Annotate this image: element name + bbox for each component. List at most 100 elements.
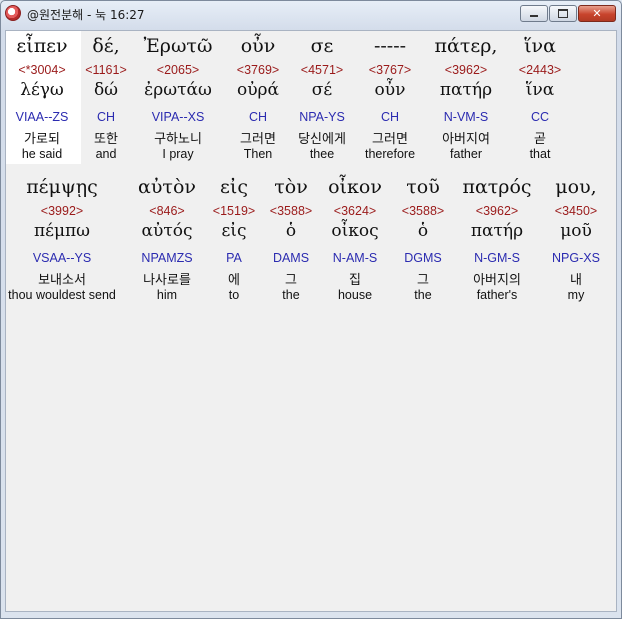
word-korean: 그러면 bbox=[240, 132, 276, 147]
word-english: therefore bbox=[364, 147, 416, 161]
word-parsing: VIAA--ZS bbox=[15, 110, 69, 124]
word-greek[interactable]: ----- bbox=[374, 35, 406, 57]
word-lemma: λέγω bbox=[20, 80, 64, 100]
maximize-button[interactable] bbox=[549, 5, 577, 22]
word-english: he said bbox=[21, 147, 63, 161]
word-strong: <3992> bbox=[40, 204, 84, 218]
title-bar[interactable]: @원전분해 - 눅 16:27 ✕ bbox=[1, 1, 621, 27]
word-english: the bbox=[414, 288, 432, 302]
word-strong: <1519> bbox=[212, 204, 256, 218]
word-english: and bbox=[95, 147, 117, 161]
word-korean: 그러면 bbox=[372, 132, 408, 147]
word-parsing: NPA-YS bbox=[299, 110, 345, 124]
word-greek[interactable]: δέ, bbox=[92, 35, 119, 57]
word-greek[interactable]: μου, bbox=[555, 176, 596, 198]
word-strong: <3450> bbox=[554, 204, 598, 218]
word-parsing: NPAMZS bbox=[141, 251, 193, 265]
word-greek[interactable]: οὖν bbox=[241, 35, 276, 57]
word-parsing: DAMS bbox=[272, 251, 310, 265]
word-greek[interactable]: σε bbox=[311, 35, 334, 57]
word-english: my bbox=[567, 288, 585, 302]
word-korean: 에 bbox=[228, 273, 240, 288]
word-english: the bbox=[282, 288, 300, 302]
word-strong: <1161> bbox=[85, 63, 127, 77]
word-lemma: ἐρωτάω bbox=[144, 80, 212, 100]
minimize-icon bbox=[530, 15, 538, 17]
word-greek[interactable]: αὐτὸν bbox=[138, 176, 196, 198]
app-window: @원전분해 - 눅 16:27 ✕ εἶπεν <*3004> λέγω VIAA--… bbox=[0, 0, 622, 619]
word-parsing: PA bbox=[226, 251, 242, 265]
word-strong: <846> bbox=[149, 204, 185, 218]
app-icon[interactable] bbox=[5, 5, 21, 21]
word-lemma: αὐτός bbox=[141, 221, 193, 241]
word-korean: 가로되 bbox=[24, 132, 60, 147]
word-english: thou wouldest send bbox=[8, 288, 116, 302]
word-strong: <3962> bbox=[475, 204, 519, 218]
minimize-button[interactable] bbox=[520, 5, 548, 22]
word-strong: <3588> bbox=[401, 204, 445, 218]
word-greek[interactable]: Ἐρωτῶ bbox=[144, 35, 213, 57]
word-korean: 집 bbox=[349, 273, 361, 288]
word-parsing: NPG-XS bbox=[552, 251, 600, 265]
word-lemma: ἵνα bbox=[525, 80, 555, 100]
word-parsing: N-VM-S bbox=[443, 110, 489, 124]
word-lemma: δώ bbox=[93, 80, 119, 100]
word-greek[interactable]: ἵνα bbox=[524, 35, 556, 57]
close-icon: ✕ bbox=[592, 7, 602, 20]
word-greek[interactable]: εἶπεν bbox=[16, 35, 67, 57]
word-parsing: CH bbox=[96, 110, 116, 124]
word-english: thee bbox=[309, 147, 335, 161]
word-lemma: πέμπω bbox=[33, 221, 91, 241]
word-lemma: οἶκος bbox=[331, 221, 379, 241]
word-greek[interactable]: πατρός bbox=[462, 176, 531, 198]
word-lemma: σέ bbox=[311, 80, 333, 100]
word-greek[interactable]: τὸν bbox=[274, 176, 308, 198]
word-korean: 아버지의 bbox=[473, 273, 521, 288]
word-korean: 또한 bbox=[94, 132, 118, 147]
word-greek[interactable]: πέμψῃς bbox=[26, 176, 98, 198]
word-strong: <2443> bbox=[518, 63, 562, 77]
word-english: I pray bbox=[162, 147, 194, 161]
word-english: to bbox=[228, 288, 240, 302]
word-korean: 보내소서 bbox=[38, 273, 86, 288]
word-greek[interactable]: πάτερ, bbox=[435, 35, 498, 57]
maximize-icon bbox=[558, 9, 568, 18]
word-lemma: ὁ bbox=[417, 221, 429, 241]
word-english: Then bbox=[243, 147, 273, 161]
word-korean: 곧 bbox=[534, 132, 546, 147]
window-title: @원전분해 - 눅 16:27 bbox=[27, 8, 145, 22]
word-korean: 구하노니 bbox=[154, 132, 202, 147]
word-strong: <3769> bbox=[236, 63, 280, 77]
word-lemma: οὖν bbox=[374, 80, 406, 100]
word-parsing: VSAA--YS bbox=[32, 251, 92, 265]
word-parsing: CH bbox=[248, 110, 268, 124]
word-parsing: VIPA--XS bbox=[151, 110, 205, 124]
word-korean: 나사로를 bbox=[143, 273, 191, 288]
word-strong: <3962> bbox=[444, 63, 488, 77]
word-korean: 당신에게 bbox=[298, 132, 346, 147]
word-strong: <3767> bbox=[368, 63, 412, 77]
word-parsing: N-AM-S bbox=[332, 251, 378, 265]
word-strong: <2065> bbox=[156, 63, 200, 77]
word-english: that bbox=[529, 147, 551, 161]
word-lemma: οὐρά bbox=[236, 80, 280, 100]
word-lemma: πατήρ bbox=[439, 80, 493, 100]
word-strong: <3624> bbox=[333, 204, 377, 218]
word-parsing: N-GM-S bbox=[474, 251, 520, 265]
word-english: father bbox=[450, 147, 482, 161]
word-parsing: CC bbox=[530, 110, 550, 124]
word-strong: <4571> bbox=[300, 63, 344, 77]
word-parsing: CH bbox=[380, 110, 400, 124]
word-korean: 그 bbox=[417, 273, 429, 288]
word-english: house bbox=[337, 288, 373, 302]
word-lemma: πατήρ bbox=[470, 221, 524, 241]
word-korean: 아버지여 bbox=[442, 132, 490, 147]
close-button[interactable]: ✕ bbox=[578, 5, 616, 22]
word-lemma: μοῦ bbox=[560, 221, 592, 241]
word-greek[interactable]: οἶκον bbox=[328, 176, 382, 198]
word-greek[interactable]: τοῦ bbox=[406, 176, 440, 198]
interlinear-view[interactable]: εἶπεν <*3004> λέγω VIAA--ZS 가로되 he said δέ, <11… bbox=[5, 30, 617, 612]
word-english: him bbox=[156, 288, 178, 302]
word-lemma: ὁ bbox=[285, 221, 297, 241]
word-greek[interactable]: εἰς bbox=[220, 176, 248, 198]
